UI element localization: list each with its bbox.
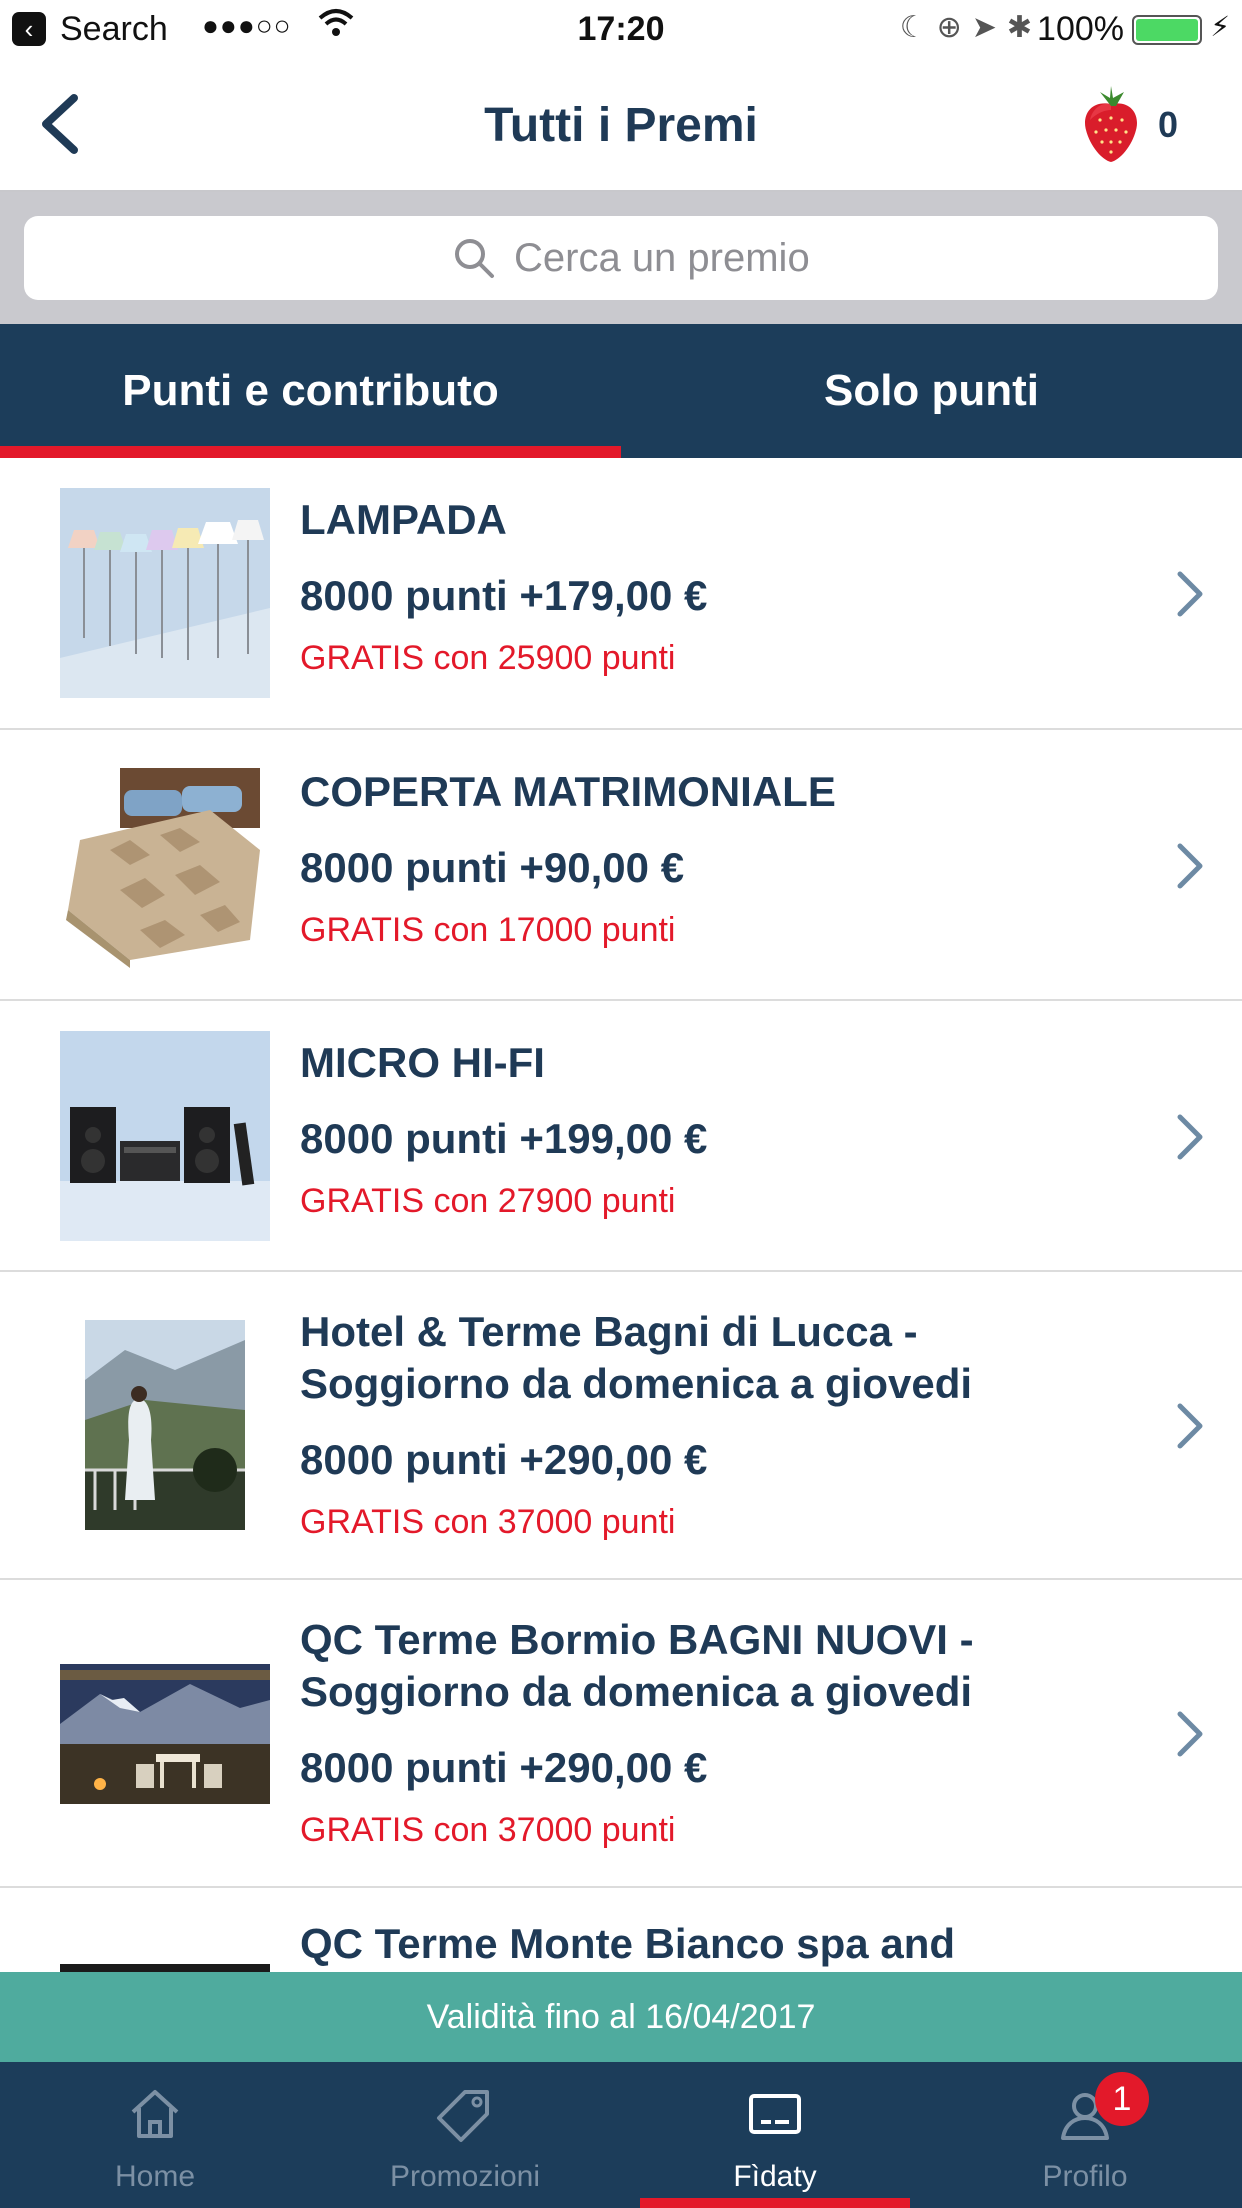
tab-solo-punti[interactable]: Solo punti xyxy=(621,324,1242,458)
segmented-tabs: Punti e contributo Solo punti xyxy=(0,324,1242,458)
list-item[interactable]: Hotel & Terme Bagni di Lucca - Soggiorno… xyxy=(0,1272,1242,1580)
tab-home[interactable]: Home xyxy=(0,2062,310,2208)
list-item[interactable]: COPERTA MATRIMONIALE 8000 punti +90,00 €… xyxy=(0,730,1242,1001)
status-bar: ‹ Search ●●●○○ 17:20 ☾⊕➤✱ 100% ⚡ xyxy=(0,0,1242,60)
notification-badge: 1 xyxy=(1095,2072,1149,2126)
tab-label: Profilo xyxy=(1042,2160,1128,2193)
tab-fidaty[interactable]: Fìdaty xyxy=(620,2062,930,2208)
prize-free-points: GRATIS con 37000 punti xyxy=(300,1503,676,1541)
bottom-tab-bar: Home Promozioni Fìdaty 1 Profilo xyxy=(0,2062,1242,2208)
prize-price: 8000 punti +199,00 € xyxy=(300,1115,708,1162)
prize-free-points: GRATIS con 37000 punti xyxy=(300,1811,676,1849)
prize-name: MICRO HI-FI xyxy=(300,1039,545,1086)
points-balance: 0 xyxy=(1158,104,1179,145)
tab-punti-e-contributo[interactable]: Punti e contributo xyxy=(0,324,621,458)
navigation-bar: Tutti i Premi 0 xyxy=(0,60,1242,192)
prize-price: 8000 punti +290,00 € xyxy=(300,1436,708,1483)
battery-icon xyxy=(1132,15,1202,45)
search-icon xyxy=(455,239,494,278)
search-input[interactable] xyxy=(514,228,1114,288)
charging-icon: ⚡ xyxy=(1210,11,1230,42)
prize-image-terme-bormio xyxy=(60,1664,270,1804)
prize-name: Hotel & Terme Bagni di Lucca - Soggiorno… xyxy=(300,1308,973,1407)
home-icon xyxy=(131,2090,179,2138)
tab-label: Fìdaty xyxy=(733,2160,817,2193)
search-area xyxy=(0,192,1242,324)
prize-free-points: GRATIS con 27900 punti xyxy=(300,1182,676,1220)
tab-profilo[interactable]: 1 Profilo xyxy=(930,2062,1240,2208)
prize-image-blanket xyxy=(60,760,270,970)
list-item[interactable]: MICRO HI-FI 8000 punti +199,00 € GRATIS … xyxy=(0,1001,1242,1272)
validity-banner: Validità fino al 16/04/2017 xyxy=(0,1972,1242,2062)
prize-info: MICRO HI-FI 8000 punti +199,00 € GRATIS … xyxy=(300,1037,1122,1223)
search-box[interactable] xyxy=(24,216,1218,300)
tab-label: Home xyxy=(114,2160,196,2193)
prize-image-hotel-lucca xyxy=(85,1320,245,1530)
list-item[interactable]: QC Terme Monte Bianco spa and xyxy=(0,1888,1242,1972)
chevron-right-icon xyxy=(1177,1403,1203,1449)
prize-name: COPERTA MATRIMONIALE xyxy=(300,768,836,815)
tag-icon xyxy=(437,2090,489,2142)
strawberry-icon xyxy=(1080,86,1142,164)
card-icon xyxy=(749,2094,801,2134)
status-icons: ☾⊕➤✱ xyxy=(899,11,1042,44)
tab-label: Promozioni xyxy=(389,2160,541,2193)
prize-free-points: GRATIS con 17000 punti xyxy=(300,911,676,949)
page-title: Tutti i Premi xyxy=(484,99,758,152)
prize-info: LAMPADA 8000 punti +179,00 € GRATIS con … xyxy=(300,494,1122,680)
prize-free-points: GRATIS con 25900 punti xyxy=(300,639,676,677)
tab-promozioni[interactable]: Promozioni xyxy=(310,2062,620,2208)
tab-label: Solo punti xyxy=(823,366,1040,415)
prize-list: LAMPADA 8000 punti +179,00 € GRATIS con … xyxy=(0,458,1242,1972)
prize-info: Hotel & Terme Bagni di Lucca - Soggiorno… xyxy=(300,1306,1122,1544)
chevron-right-icon xyxy=(1177,1711,1203,1757)
list-item[interactable]: QC Terme Bormio BAGNI NUOVI - Soggiorno … xyxy=(0,1580,1242,1888)
prize-image-terme-monte-bianco xyxy=(60,1964,270,1972)
prize-image-lamp xyxy=(60,488,270,698)
tab-label: Punti e contributo xyxy=(122,366,499,415)
chevron-right-icon xyxy=(1177,1114,1203,1160)
prize-info: COPERTA MATRIMONIALE 8000 punti +90,00 €… xyxy=(300,766,1122,952)
prize-image-hifi xyxy=(60,1031,270,1241)
active-tab-indicator xyxy=(0,446,621,458)
prize-info: QC Terme Monte Bianco spa and xyxy=(300,1918,1122,1970)
active-tab-indicator xyxy=(640,2198,910,2208)
prize-info: QC Terme Bormio BAGNI NUOVI - Soggiorno … xyxy=(300,1614,1122,1852)
prize-name: QC Terme Bormio BAGNI NUOVI - Soggiorno … xyxy=(300,1616,974,1715)
prize-price: 8000 punti +179,00 € xyxy=(300,572,708,619)
chevron-right-icon xyxy=(1177,571,1203,617)
list-item[interactable]: LAMPADA 8000 punti +179,00 € GRATIS con … xyxy=(0,458,1242,730)
prize-price: 8000 punti +290,00 € xyxy=(300,1744,708,1791)
prize-name: LAMPADA xyxy=(300,496,507,543)
prize-name: QC Terme Monte Bianco spa and xyxy=(300,1920,955,1967)
chevron-right-icon xyxy=(1177,843,1203,889)
battery-percentage: 100% xyxy=(1037,10,1124,48)
prize-price: 8000 punti +90,00 € xyxy=(300,844,685,891)
